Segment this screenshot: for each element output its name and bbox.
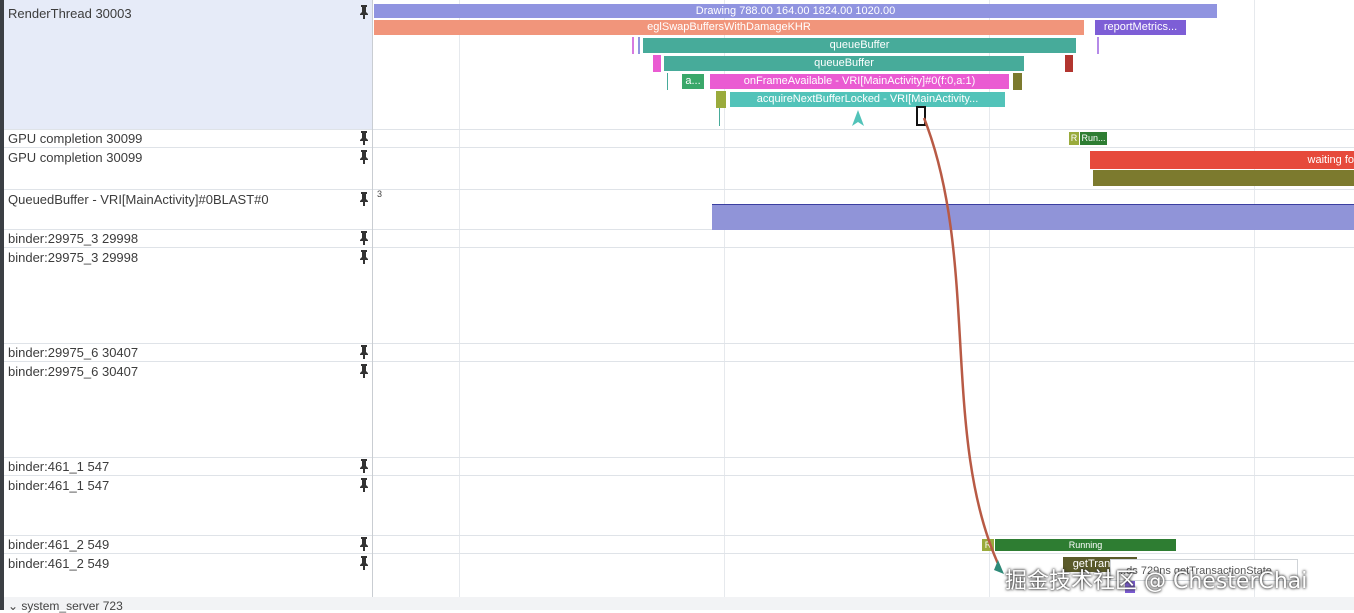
timeline: RenderThread 30003 Drawing 788.00 164.00… [0,0,1354,613]
watermark: 掘金技术社区 @ ChesterChai [1005,569,1308,594]
window-edge [0,0,4,610]
flow-connection [922,117,1004,574]
flow-arrowhead-icon [994,560,1004,574]
